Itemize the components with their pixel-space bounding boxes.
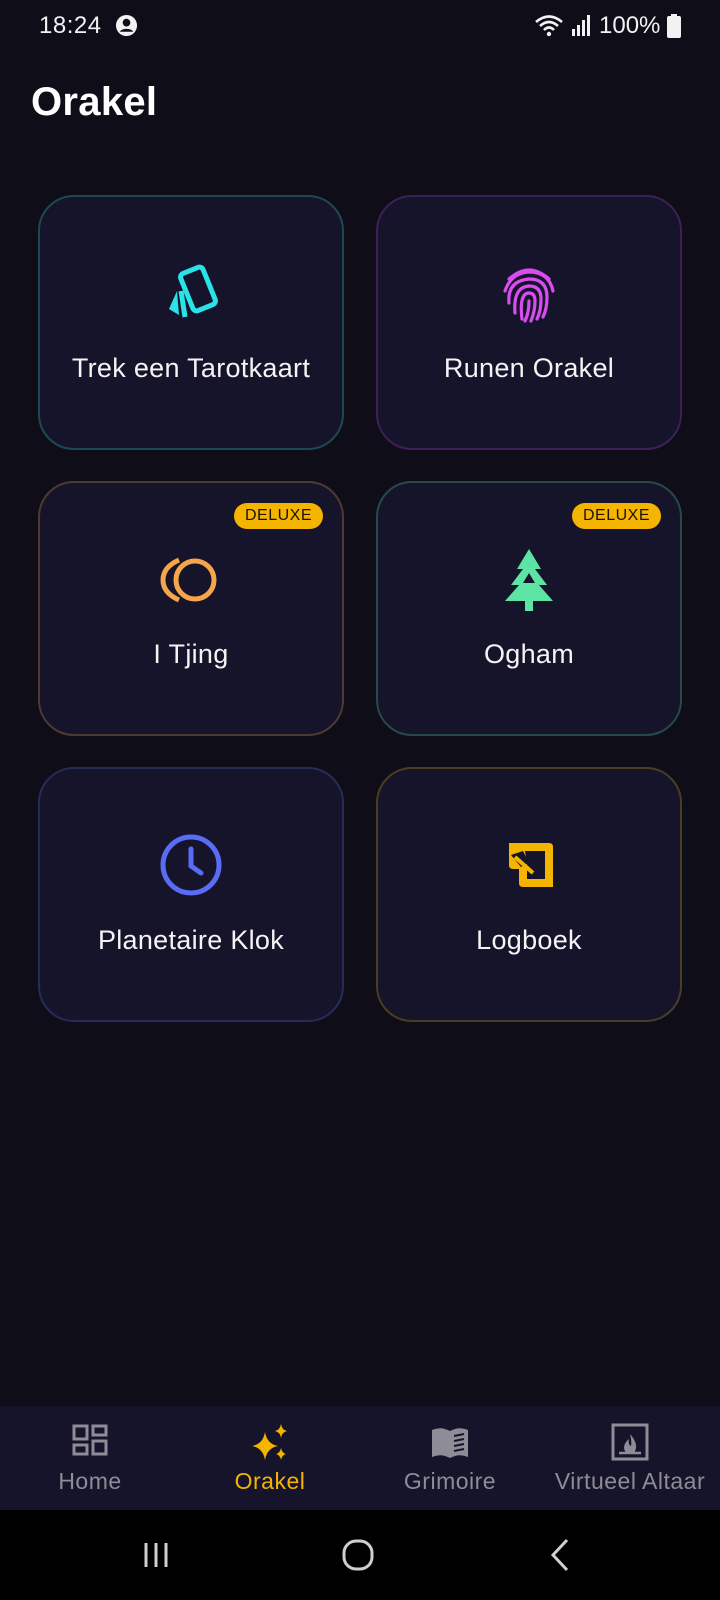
tarot-cards-icon <box>155 257 227 329</box>
home-circle-icon[interactable] <box>333 1532 383 1578</box>
nav-label: Home <box>58 1468 122 1494</box>
nav-label: Virtueel Altaar <box>554 1468 706 1494</box>
system-nav-bar <box>0 1510 720 1600</box>
battery-icon <box>667 14 681 38</box>
fireplace-icon <box>610 1422 650 1462</box>
card-logboek[interactable]: Logboek <box>376 767 682 1022</box>
page-title: Orakel <box>31 80 158 124</box>
battery-percentage: 100% <box>599 12 661 39</box>
wifi-icon <box>534 14 564 38</box>
deluxe-badge: DELUXE <box>233 503 323 529</box>
status-bar: 18:24 100% <box>0 0 720 52</box>
nav-item-home[interactable]: Home <box>0 1406 180 1510</box>
sparkles-icon <box>250 1422 290 1462</box>
nav-item-virtueel-altaar[interactable]: Virtueel Altaar <box>540 1406 720 1510</box>
card-label: Runen Orakel <box>443 353 615 383</box>
card-label: Ogham <box>483 639 575 669</box>
signal-icon <box>571 15 591 36</box>
dashboard-icon <box>70 1422 110 1462</box>
card-ogham[interactable]: DELUXE Ogham <box>376 481 682 736</box>
nav-label: Grimoire <box>403 1468 497 1494</box>
card-label: Trek een Tarotkaart <box>71 353 311 383</box>
back-icon[interactable] <box>535 1532 585 1578</box>
card-planetaire-klok[interactable]: Planetaire Klok <box>38 767 344 1022</box>
coins-icon <box>155 543 227 615</box>
nav-item-grimoire[interactable]: Grimoire <box>360 1406 540 1510</box>
screen: 18:24 100% Orakel Trek een Tarotkaart Ru… <box>0 0 720 1600</box>
bottom-nav: Home Orakel Grimoire Virtueel Altaar <box>0 1406 720 1510</box>
nav-item-orakel[interactable]: Orakel <box>180 1406 360 1510</box>
book-icon <box>430 1422 470 1462</box>
tree-icon <box>493 543 565 615</box>
deluxe-badge: DELUXE <box>571 503 661 529</box>
card-label: Planetaire Klok <box>97 925 285 955</box>
card-runen[interactable]: Runen Orakel <box>376 195 682 450</box>
status-time: 18:24 <box>39 12 102 39</box>
card-label: I Tjing <box>153 639 229 669</box>
card-tarot[interactable]: Trek een Tarotkaart <box>38 195 344 450</box>
card-i-tjing[interactable]: DELUXE I Tjing <box>38 481 344 736</box>
clock-icon <box>155 829 227 901</box>
scroll-icon <box>493 829 565 901</box>
recents-icon[interactable] <box>131 1532 181 1578</box>
nav-label: Orakel <box>234 1468 306 1494</box>
profile-icon <box>115 14 138 37</box>
fingerprint-icon <box>493 257 565 329</box>
card-label: Logboek <box>476 925 582 955</box>
